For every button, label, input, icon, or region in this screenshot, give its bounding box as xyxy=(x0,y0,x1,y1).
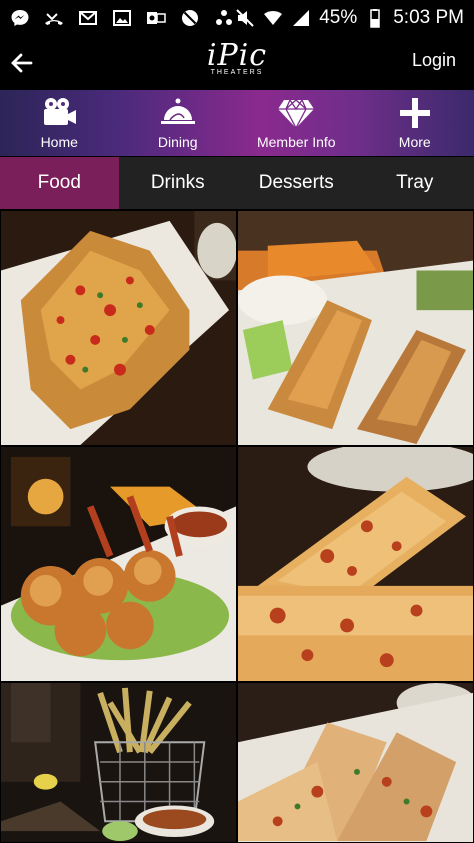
messenger-icon xyxy=(10,8,30,28)
main-nav: Home Dining Member Info More xyxy=(0,90,474,156)
food-image xyxy=(238,447,473,681)
nav-more-label: More xyxy=(398,134,431,150)
cloche-icon xyxy=(160,98,195,124)
food-image xyxy=(238,683,473,842)
notification-icons xyxy=(10,8,234,28)
gmail-icon xyxy=(78,8,98,28)
app-header: iPic THEATERS Login xyxy=(0,36,474,90)
tab-tray[interactable]: Tray xyxy=(356,157,474,209)
food-image xyxy=(1,683,236,842)
tab-drinks[interactable]: Drinks xyxy=(119,157,238,209)
logo-subtext: THEATERS xyxy=(210,69,264,76)
nav-home[interactable]: Home xyxy=(0,90,119,156)
nav-dining-label: Dining xyxy=(157,134,198,150)
food-grid xyxy=(0,210,474,843)
food-image xyxy=(238,211,473,445)
system-status: 45% 5:03 PM xyxy=(235,7,464,29)
camera-icon xyxy=(44,98,77,125)
food-image xyxy=(1,447,236,681)
nav-member-info-label: Member Info xyxy=(256,134,336,150)
tab-desserts[interactable]: Desserts xyxy=(237,157,356,209)
image-icon xyxy=(112,8,132,28)
back-arrow-icon xyxy=(11,53,33,73)
food-image xyxy=(1,211,236,445)
food-tile-coconut-shrimp[interactable] xyxy=(0,446,237,682)
login-button[interactable]: Login xyxy=(412,50,456,71)
dots-icon xyxy=(214,8,234,28)
nav-more[interactable]: More xyxy=(356,90,474,156)
ipic-logo: iPic THEATERS xyxy=(206,38,268,77)
nav-dining[interactable]: Dining xyxy=(119,90,238,156)
nav-home-label: Home xyxy=(40,134,78,150)
outlook-icon xyxy=(146,8,166,28)
logo-text: iPic xyxy=(206,38,268,73)
food-tile-flatbread[interactable] xyxy=(237,446,474,682)
clock: 5:03 PM xyxy=(393,7,464,28)
diamond-icon xyxy=(278,99,315,129)
nav-member-info[interactable]: Member Info xyxy=(237,90,356,156)
back-button[interactable] xyxy=(0,36,44,90)
blocked-icon xyxy=(180,8,200,28)
plus-icon xyxy=(399,98,430,128)
food-tile-quesadilla-wedges[interactable] xyxy=(237,682,474,843)
food-tile-quesadilla[interactable] xyxy=(0,210,237,446)
food-tile-fries-basket[interactable] xyxy=(0,682,237,843)
mute-icon xyxy=(235,8,255,28)
wifi-icon xyxy=(263,8,283,28)
signal-icon xyxy=(291,8,311,28)
food-tile-egg-rolls[interactable] xyxy=(237,210,474,446)
tab-food[interactable]: Food xyxy=(0,157,119,209)
status-bar: 45% 5:03 PM xyxy=(0,0,474,36)
missed-call-icon xyxy=(44,8,64,28)
battery-icon xyxy=(365,8,385,28)
battery-percent: 45% xyxy=(319,7,358,28)
category-tabs: Food Drinks Desserts Tray xyxy=(0,157,474,209)
